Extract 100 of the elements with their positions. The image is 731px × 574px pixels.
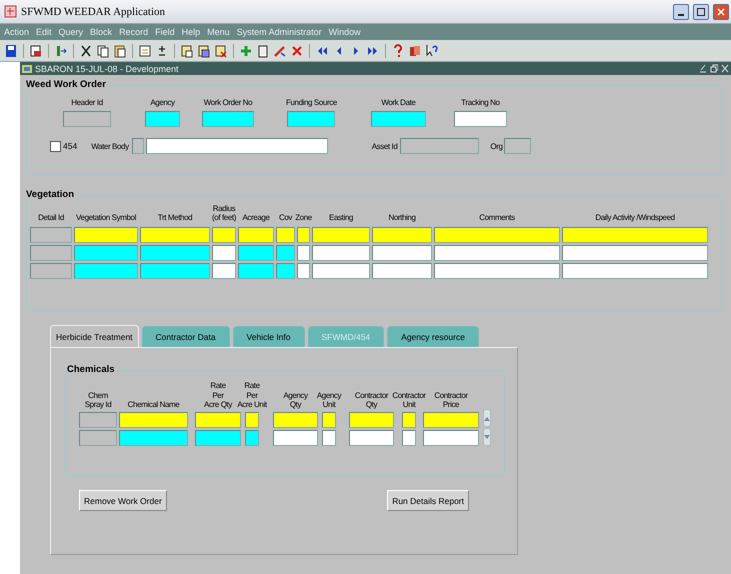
table-cell[interactable] [423,430,479,446]
table-cell[interactable] [140,227,210,243]
table-cell[interactable] [312,227,370,243]
table-cell[interactable] [276,227,295,243]
table-cell[interactable] [402,430,416,446]
checkbox[interactable] [50,140,61,152]
copy-icon[interactable] [96,44,110,58]
table-cell[interactable] [349,430,394,446]
table-cell[interactable] [195,430,241,446]
table-cell[interactable] [273,412,318,428]
cancel-query-icon[interactable] [214,44,228,58]
table-cell[interactable] [312,263,370,279]
tab[interactable]: Vehicle Info [232,326,304,347]
table-cell[interactable] [212,227,236,243]
menu-item[interactable]: Field [155,27,175,37]
table-cell[interactable] [562,227,708,243]
table-cell[interactable] [297,245,310,261]
close-icon[interactable] [721,64,729,73]
table-cell[interactable] [349,412,394,428]
input-field[interactable] [454,111,507,128]
tab[interactable]: Agency resource [387,326,479,347]
table-cell[interactable] [74,227,138,243]
close-button[interactable] [713,4,729,20]
maximize-button[interactable] [693,4,709,20]
context-help-icon[interactable] [425,44,439,58]
menu-item[interactable]: Query [58,27,84,37]
table-cell[interactable] [322,430,336,446]
menu-item[interactable]: Edit [36,27,52,37]
menu-item[interactable]: Window [328,27,361,37]
save-icon[interactable] [4,44,18,58]
scroll-down-button[interactable] [483,428,491,446]
cut-icon[interactable] [79,44,93,58]
restore-icon[interactable] [710,64,718,73]
table-cell[interactable] [140,245,210,261]
minimize-button[interactable] [673,4,689,20]
table-cell[interactable] [238,227,274,243]
input-field[interactable] [504,138,531,154]
paste-icon[interactable] [113,44,127,58]
input-field[interactable] [400,138,480,154]
table-cell[interactable] [372,245,432,261]
scroll-up-button[interactable] [483,409,491,427]
table-cell[interactable] [30,227,72,243]
tab[interactable]: Herbicide Treatment [50,325,139,348]
execute-icon[interactable] [197,44,211,58]
tab[interactable]: Contractor Data [142,326,230,347]
input-field[interactable] [287,111,336,128]
table-cell[interactable] [297,263,310,279]
table-cell[interactable] [402,412,416,428]
table-cell[interactable] [119,412,188,428]
action-button[interactable]: Run Details Report [387,490,469,511]
table-cell[interactable] [74,245,138,261]
table-cell[interactable] [30,245,72,261]
menu-item[interactable]: Block [90,27,112,37]
menu-item[interactable]: Help [182,27,200,37]
table-cell[interactable] [434,245,560,261]
book-icon[interactable] [408,44,422,58]
menu-item[interactable]: Record [119,27,148,37]
action-button[interactable]: Remove Work Order [79,490,167,511]
table-cell[interactable] [245,412,259,428]
table-cell[interactable] [562,245,708,261]
table-cell[interactable] [74,263,138,279]
table-cell[interactable] [119,430,188,446]
input-field[interactable] [370,111,426,128]
menu-item[interactable]: Menu [207,27,230,37]
lookup-button[interactable] [132,138,144,154]
table-cell[interactable] [195,412,241,428]
menu-item[interactable]: System Administrator [236,27,322,37]
input-field[interactable] [63,111,111,128]
table-cell[interactable] [79,412,117,428]
table-cell[interactable] [322,412,336,428]
table-cell[interactable] [238,263,274,279]
table-cell[interactable] [238,245,274,261]
table-cell[interactable] [434,263,560,279]
table-cell[interactable] [372,263,432,279]
table-cell[interactable] [30,263,72,279]
delete-icon[interactable] [290,44,304,58]
form-icon[interactable] [138,44,152,58]
table-cell[interactable] [79,430,117,446]
table-cell[interactable] [276,245,295,261]
table-cell[interactable] [372,227,432,243]
table-cell[interactable] [212,245,236,261]
table-cell[interactable] [276,263,295,279]
menu-item[interactable]: Action [4,27,30,37]
print-icon[interactable] [29,44,43,58]
minimize-icon[interactable] [699,64,707,73]
table-cell[interactable] [434,227,560,243]
table-cell[interactable] [312,245,370,261]
input-field[interactable] [202,111,254,128]
table-cell[interactable] [245,430,259,446]
table-cell[interactable] [562,263,708,279]
table-cell[interactable] [212,263,236,279]
input-field[interactable] [145,111,180,128]
table-cell[interactable] [140,263,210,279]
input-field[interactable] [146,138,328,154]
table-cell[interactable] [423,412,479,428]
help-icon[interactable] [391,44,405,58]
query-icon[interactable] [180,44,194,58]
table-cell[interactable] [297,227,310,243]
table-cell[interactable] [273,430,318,446]
exit-icon[interactable] [54,44,68,58]
